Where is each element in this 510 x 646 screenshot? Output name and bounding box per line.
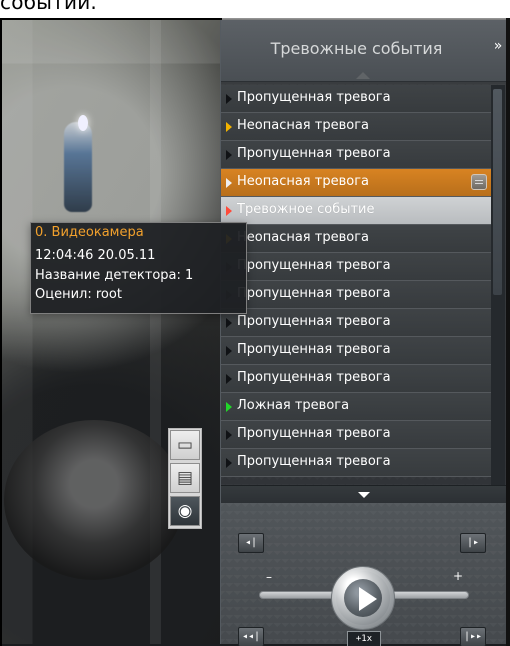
event-tooltip: 0. Видеокамера 12:04:46 20.05.11 Названи… bbox=[30, 222, 247, 314]
tooltip-time: 12:04:46 20.05.11 bbox=[35, 248, 156, 263]
scroll-up-icon[interactable] bbox=[356, 72, 370, 79]
event-status-icon bbox=[226, 122, 232, 132]
event-row[interactable]: Пропущенная тревога bbox=[221, 85, 491, 113]
event-row[interactable]: Пропущенная тревога bbox=[221, 337, 491, 365]
scroll-thumb[interactable] bbox=[493, 89, 502, 295]
monitor-icon: ▭ bbox=[176, 435, 194, 455]
event-label: Пропущенная тревога bbox=[237, 426, 391, 441]
step-back-icon: ◂| bbox=[244, 537, 258, 548]
play-icon bbox=[359, 587, 377, 611]
event-label: Ложная тревога bbox=[237, 398, 350, 413]
event-label: Неопасная тревога bbox=[237, 230, 369, 245]
event-row[interactable]: Пропущенная тревога bbox=[221, 449, 491, 477]
event-row[interactable]: Пропущенная тревога bbox=[221, 365, 491, 393]
event-label: Пропущенная тревога bbox=[237, 286, 391, 301]
comment-icon[interactable] bbox=[471, 174, 487, 190]
event-row[interactable]: Неопасная тревога bbox=[221, 113, 491, 141]
event-list: Пропущенная тревога Неопасная тревога Пр… bbox=[221, 85, 491, 485]
camera-tab[interactable]: ◉ bbox=[170, 496, 200, 526]
event-status-icon bbox=[226, 430, 232, 440]
event-status-icon bbox=[226, 178, 232, 188]
panel-header: Тревожные события » bbox=[221, 20, 509, 82]
rewind-icon: ◂◂| bbox=[241, 631, 261, 642]
event-row[interactable]: Пропущенная тревога bbox=[221, 309, 491, 337]
tooltip-camera-name: 0. Видеокамера bbox=[35, 225, 144, 240]
event-status-icon bbox=[226, 94, 232, 104]
event-status-icon bbox=[226, 318, 232, 328]
archive-icon: ▤ bbox=[176, 468, 194, 488]
event-label: Пропущенная тревога bbox=[237, 314, 391, 329]
event-row-selected[interactable]: Неопасная тревога bbox=[221, 169, 491, 197]
page: событий. 0. Видеокамера 12:04:46 20.05.1… bbox=[0, 0, 510, 646]
next-frame-button[interactable]: |▸ bbox=[460, 533, 486, 553]
event-status-icon bbox=[226, 374, 232, 384]
side-tab-strip: ▭ ▤ ◉ bbox=[168, 428, 202, 529]
step-forward-icon: |▸ bbox=[466, 537, 480, 548]
event-row[interactable]: Пропущенная тревога bbox=[221, 141, 491, 169]
event-row[interactable]: Пропущенная тревога bbox=[221, 253, 491, 281]
fast-forward-button[interactable]: |▸▸ bbox=[460, 627, 486, 646]
event-label: Пропущенная тревога bbox=[237, 342, 391, 357]
event-label: Пропущенная тревога bbox=[237, 90, 391, 105]
video-bottle bbox=[64, 122, 92, 212]
tooltip-reviewer: Оценил: root bbox=[35, 287, 122, 302]
event-list-scrollbar[interactable] bbox=[491, 85, 505, 485]
play-button[interactable] bbox=[331, 566, 395, 630]
event-status-icon bbox=[226, 206, 232, 216]
fast-forward-icon: |▸▸ bbox=[463, 631, 483, 642]
playback-speed: +1x bbox=[347, 631, 381, 646]
event-status-icon bbox=[226, 150, 232, 160]
playback-controls: ◂| |▸ – + +1x ◂◂| |▸▸ bbox=[221, 503, 509, 646]
event-label: Пропущенная тревога bbox=[237, 370, 391, 385]
rewind-button[interactable]: ◂◂| bbox=[238, 627, 264, 646]
page-caption: событий. bbox=[0, 0, 97, 14]
alarm-events-panel: Тревожные события » Пропущенная тревога … bbox=[220, 20, 509, 646]
video-view[interactable] bbox=[2, 20, 220, 644]
video-highlight bbox=[78, 115, 88, 131]
camera-icon: ◉ bbox=[177, 501, 193, 521]
event-label: Неопасная тревога bbox=[237, 174, 369, 189]
event-row[interactable]: Ложная тревога bbox=[221, 393, 491, 421]
archive-tab[interactable]: ▤ bbox=[170, 463, 200, 493]
collapse-button[interactable]: » bbox=[491, 37, 505, 55]
event-label: Пропущенная тревога bbox=[237, 454, 391, 469]
monitor-tab[interactable]: ▭ bbox=[170, 430, 200, 460]
event-label: Тревожное событие bbox=[237, 202, 375, 217]
event-status-icon bbox=[226, 458, 232, 468]
list-footer bbox=[221, 485, 509, 503]
right-border bbox=[506, 18, 510, 646]
event-row-highlighted[interactable]: Тревожное событие bbox=[221, 197, 491, 225]
event-row[interactable]: Пропущенная тревога bbox=[221, 421, 491, 449]
scroll-down-icon[interactable] bbox=[358, 492, 370, 498]
slider-plus-label: + bbox=[453, 569, 464, 583]
tooltip-detector: Название детектора: 1 bbox=[35, 268, 194, 283]
event-label: Пропущенная тревога bbox=[237, 258, 391, 273]
prev-frame-button[interactable]: ◂| bbox=[238, 533, 264, 553]
event-status-icon bbox=[226, 346, 232, 356]
panel-title: Тревожные события bbox=[270, 39, 443, 58]
event-status-icon bbox=[226, 402, 232, 412]
double-chevron-down-icon: » bbox=[493, 38, 503, 54]
event-row[interactable]: Неопасная тревога bbox=[221, 225, 491, 253]
video-dark-object bbox=[4, 420, 184, 580]
event-label: Неопасная тревога bbox=[237, 118, 369, 133]
event-label: Пропущенная тревога bbox=[237, 146, 391, 161]
slider-minus-label: – bbox=[266, 570, 272, 584]
event-row[interactable]: Пропущенная тревога bbox=[221, 281, 491, 309]
